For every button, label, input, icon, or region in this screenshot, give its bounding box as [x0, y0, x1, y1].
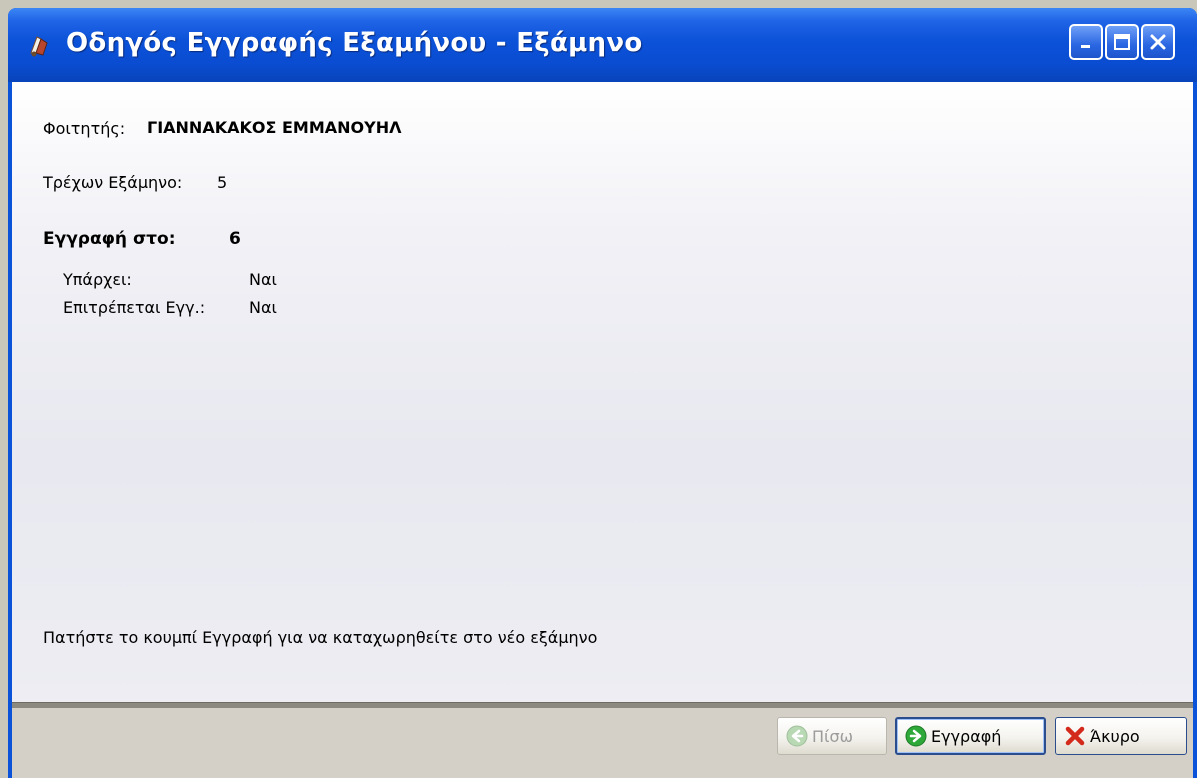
- minimize-icon: [1081, 45, 1090, 48]
- cancel-button-label: Άκυρο: [1090, 726, 1140, 746]
- exists-label: Υπάρχει:: [63, 270, 132, 289]
- registration-value: 6: [229, 229, 241, 249]
- app-icon: [30, 36, 48, 57]
- back-button-label: Πίσω: [812, 726, 853, 746]
- close-button[interactable]: [1141, 24, 1175, 60]
- allowed-value: Ναι: [249, 298, 277, 317]
- student-label: Φοιτητής:: [43, 119, 126, 138]
- back-arrow-icon: [786, 725, 808, 747]
- instruction-text: Πατήστε το κουμπί Εγγραφή για να καταχωρ…: [43, 628, 598, 647]
- allowed-label: Επιτρέπεται Εγγ.:: [63, 298, 206, 317]
- window-title: Οδηγός Εγγραφής Εξαμήνου - Εξάμηνο: [66, 28, 643, 58]
- maximize-button[interactable]: [1105, 24, 1139, 60]
- cancel-x-icon: [1065, 726, 1085, 746]
- current-semester-label: Τρέχων Εξάμηνο:: [43, 173, 183, 192]
- student-name: ΓΙΑΝΝΑΚΑΚΟΣ ΕΜΜΑΝΟΥΗΛ: [147, 118, 402, 137]
- register-button[interactable]: Εγγραφή: [895, 717, 1046, 755]
- minimize-button[interactable]: [1069, 24, 1103, 60]
- forward-arrow-icon: [905, 725, 927, 747]
- back-button[interactable]: Πίσω: [777, 717, 887, 755]
- maximize-icon: [1114, 34, 1130, 50]
- title-bar[interactable]: Οδηγός Εγγραφής Εξαμήνου - Εξάμηνο: [8, 8, 1197, 82]
- exists-value: Ναι: [249, 270, 277, 289]
- current-semester-value: 5: [217, 173, 228, 192]
- wizard-content: [12, 82, 1193, 702]
- registration-label: Εγγραφή στο:: [43, 229, 176, 249]
- register-button-label: Εγγραφή: [931, 726, 1002, 746]
- cancel-button[interactable]: Άκυρο: [1055, 717, 1187, 755]
- close-icon: [1150, 34, 1166, 50]
